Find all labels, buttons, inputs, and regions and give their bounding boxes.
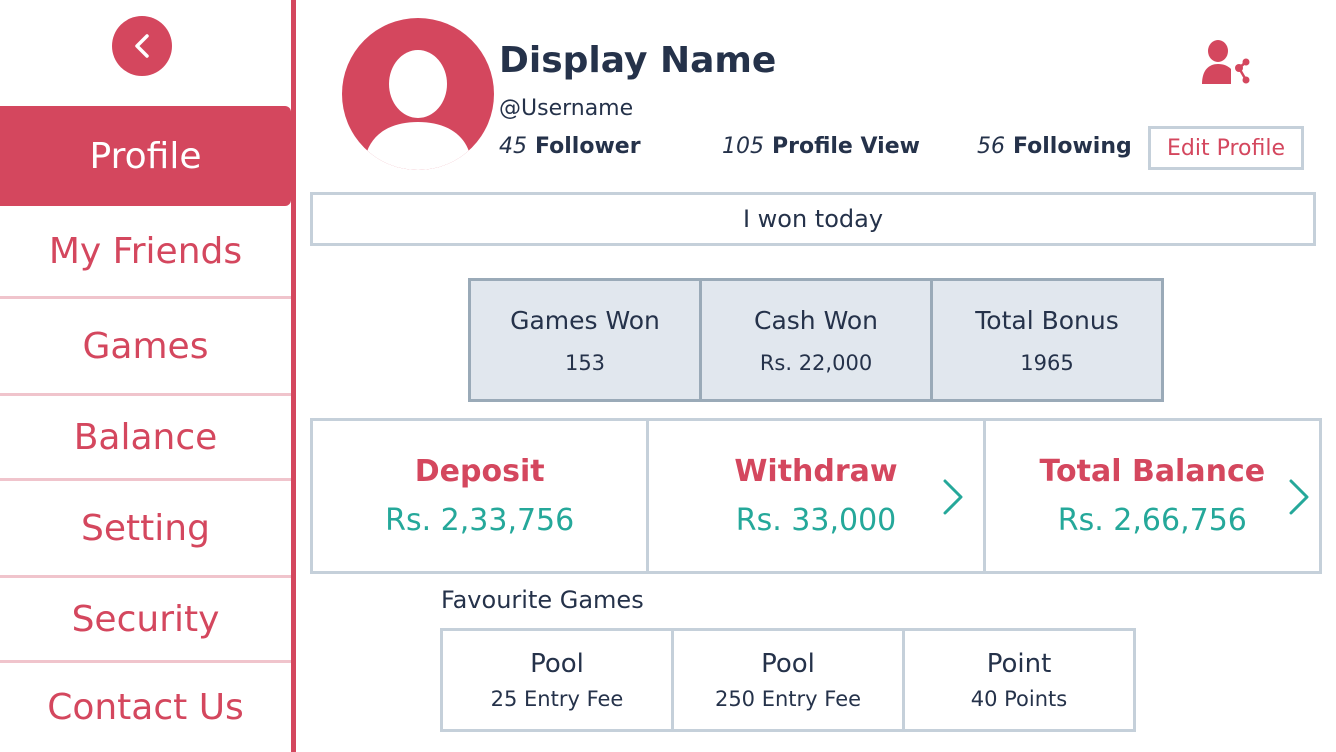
following-label: Following	[1013, 134, 1132, 159]
sidebar-item-label: Contact Us	[47, 687, 244, 728]
favourite-game-name: Pool	[530, 649, 584, 679]
deposit-value: Rs. 2,33,756	[385, 503, 575, 538]
deposit-card[interactable]: Deposit Rs. 2,33,756	[313, 421, 650, 571]
status-message: I won today	[310, 192, 1316, 246]
cash-won-value: Rs. 22,000	[759, 350, 873, 375]
sidebar-item-balance[interactable]: Balance	[0, 396, 291, 478]
share-profile-button[interactable]	[1200, 38, 1250, 88]
favourite-games-title: Favourite Games	[441, 586, 644, 614]
sidebar-item-label: Balance	[73, 416, 218, 458]
sidebar-item-games[interactable]: Games	[0, 300, 291, 393]
chevron-right-icon[interactable]	[941, 477, 965, 517]
sidebar-item-contact-us[interactable]: Contact Us	[0, 663, 291, 752]
withdraw-value: Rs. 33,000	[735, 503, 897, 538]
total-balance-card[interactable]: Total Balance Rs. 2,66,756	[986, 421, 1319, 571]
favourite-game-card[interactable]: Point 40 Points	[905, 631, 1133, 729]
total-bonus-card: Total Bonus 1965	[933, 281, 1161, 399]
sidebar-divider	[0, 296, 291, 299]
total-bonus-value: 1965	[1020, 350, 1074, 375]
sidebar-item-security[interactable]: Security	[0, 578, 291, 660]
deposit-title: Deposit	[414, 454, 545, 489]
sidebar-item-setting[interactable]: Setting	[0, 481, 291, 575]
sidebar-item-label: Profile	[89, 135, 202, 177]
follower-stat[interactable]: 45 Follower	[499, 134, 641, 159]
favourite-game-name: Pool	[761, 649, 815, 679]
games-won-card: Games Won 153	[471, 281, 702, 399]
user-share-icon	[1202, 40, 1250, 84]
withdraw-title: Withdraw	[734, 454, 898, 489]
sidebar-edge	[291, 0, 296, 752]
games-won-title: Games Won	[510, 305, 660, 335]
cash-won-title: Cash Won	[754, 305, 878, 335]
following-stat[interactable]: 56 Following	[977, 134, 1132, 159]
favourite-game-card[interactable]: Pool 250 Entry Fee	[674, 631, 905, 729]
follower-label: Follower	[535, 134, 641, 159]
display-name: Display Name	[499, 40, 777, 81]
cash-won-card: Cash Won Rs. 22,000	[702, 281, 933, 399]
sidebar: Profile My Friends Games Balance Setting…	[0, 0, 296, 752]
back-button[interactable]	[112, 16, 172, 76]
sidebar-item-profile[interactable]: Profile	[0, 106, 291, 206]
total-bonus-title: Total Bonus	[975, 305, 1119, 335]
total-balance-value: Rs. 2,66,756	[1057, 503, 1247, 538]
sidebar-item-my-friends[interactable]: My Friends	[0, 206, 291, 296]
withdraw-card[interactable]: Withdraw Rs. 33,000	[649, 421, 986, 571]
game-stats-grid: Games Won 153 Cash Won Rs. 22,000 Total …	[468, 278, 1164, 402]
following-count: 56	[977, 134, 1005, 159]
balance-row: Deposit Rs. 2,33,756 Withdraw Rs. 33,000…	[310, 418, 1322, 574]
favourite-game-card[interactable]: Pool 25 Entry Fee	[443, 631, 674, 729]
avatar[interactable]	[342, 18, 494, 170]
sidebar-item-label: Games	[82, 326, 209, 367]
chevron-right-icon[interactable]	[1287, 477, 1311, 517]
favourite-game-detail: 40 Points	[970, 687, 1068, 711]
favourite-games-grid: Pool 25 Entry Fee Pool 250 Entry Fee Poi…	[440, 628, 1136, 732]
favourite-game-detail: 25 Entry Fee	[490, 687, 624, 711]
follower-count: 45	[499, 134, 527, 159]
total-balance-title: Total Balance	[1039, 454, 1266, 489]
sidebar-item-label: Setting	[81, 507, 210, 549]
username: @Username	[499, 96, 634, 121]
chevron-left-icon	[135, 34, 149, 58]
profile-view-label: Profile View	[772, 134, 920, 159]
sidebar-item-label: Security	[71, 598, 220, 640]
profile-view-stat[interactable]: 105 Profile View	[722, 134, 920, 159]
games-won-value: 153	[564, 350, 606, 375]
favourite-game-detail: 250 Entry Fee	[714, 687, 862, 711]
sidebar-item-label: My Friends	[48, 230, 243, 272]
user-silhouette-icon	[364, 50, 472, 170]
favourite-game-name: Point	[986, 649, 1052, 679]
edit-profile-button[interactable]: Edit Profile	[1148, 126, 1304, 170]
profile-view-count: 105	[722, 134, 764, 159]
